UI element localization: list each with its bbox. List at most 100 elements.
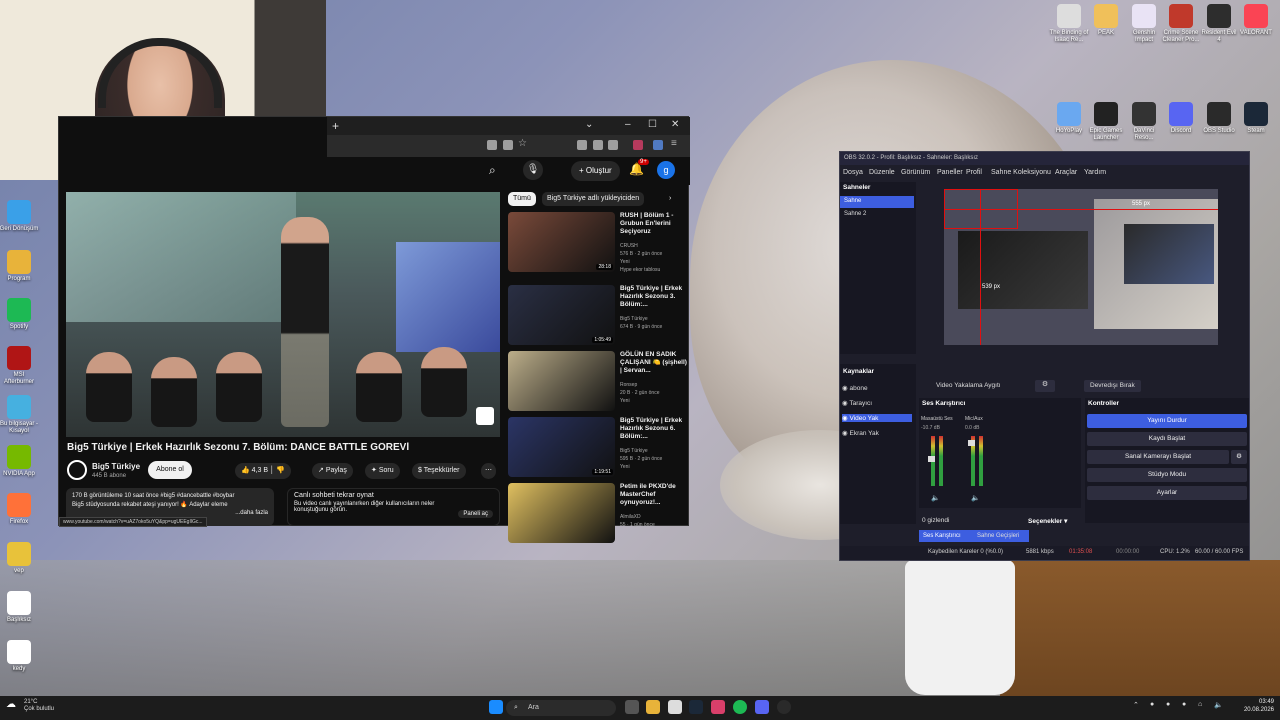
clock[interactable]: 03:49 20.08.2026 [1240,699,1274,715]
profile-icon[interactable] [653,140,663,150]
start-virtual-camera-button[interactable]: Sanal Kamerayı Başlat [1087,450,1229,464]
like-button[interactable]: 👍 4,3 B │ 👎 [235,463,292,479]
options-dropdown[interactable]: Seçenekler ▾ [1028,517,1067,525]
desktop-icon[interactable]: HoYoPlay [1049,102,1089,135]
studio-mode-button[interactable]: Stüdyo Modu [1087,468,1247,482]
recommendation-title[interactable]: Big5 Türkiye | Erkek Hazırlık Sezonu 3. … [620,285,688,309]
subscribe-button[interactable]: Abone ol [148,461,192,479]
desktop-icon[interactable]: kedy [0,640,39,673]
weather-widget[interactable]: 21°C Çok bulutlu [24,699,54,713]
tray-app-icon[interactable]: ● [1166,701,1170,708]
extension-icon[interactable] [633,140,643,150]
channel-name[interactable]: Big5 Türkiye [92,462,140,471]
desktop-icon[interactable]: Genshin Impact [1124,4,1164,44]
extension-icon[interactable] [593,140,603,150]
scene-item[interactable]: Sahne [840,196,914,208]
notepad-icon[interactable] [668,700,682,714]
recommendation-title[interactable]: GÖLÜN EN SADIK ÇALIŞANI 🍋 (şişhell) | Se… [620,351,688,375]
browser-icon[interactable] [711,700,725,714]
recommendation-title[interactable]: RUSH | Bölüm 1 - Grubun En'lerini Seçiyo… [620,212,688,236]
ask-button[interactable]: ✦ Soru [365,463,400,479]
desktop-icon[interactable]: Başlıksız [0,591,39,624]
desktop-icon[interactable]: Resident Evil 4 [1199,4,1239,44]
recommendation-thumbnail[interactable]: 1:05:49 [508,285,615,345]
mute-icon[interactable]: 🔈 [931,494,940,502]
mute-icon[interactable]: 🔈 [971,494,980,502]
desktop-icon[interactable]: The Binding of Isaac Re... [1049,4,1089,44]
start-icon[interactable] [489,700,503,714]
desktop-icon[interactable]: MSI Afterburner [0,346,39,386]
source-item[interactable]: ◉ Ekran Yak [842,429,912,437]
desktop-icon[interactable]: Program [0,250,39,283]
desktop-icon[interactable]: DaVinci Reso... [1124,102,1164,142]
recommendation-item[interactable]: 28:18 RUSH | Bölüm 1 - Grubun En'lerini S… [508,212,688,276]
recommendation-title[interactable]: Big5 Türkiye | Erkek Hazırlık Sezonu 6. … [620,417,688,441]
discord-icon[interactable] [755,700,769,714]
recommendation-thumbnail[interactable]: 28:18 [508,212,615,272]
recommendation-item[interactable]: GÖLÜN EN SADIK ÇALIŞANI 🍋 (şişhell) | Se… [508,351,688,415]
obs-menu-item[interactable]: Düzenle [869,169,895,176]
weather-icon[interactable]: ☁ [6,699,16,710]
close-button[interactable]: ✕ [671,119,679,130]
obs-menu-item[interactable]: Profil [966,169,982,176]
obs-preview[interactable]: 555 px 539 px [944,189,1218,345]
search-icon[interactable]: ⌕ [489,163,496,178]
chips-next-icon[interactable]: › [664,192,676,206]
minimize-button[interactable]: – [625,119,631,130]
desktop-icon[interactable]: VALORANT [1236,4,1276,37]
desktop-icon[interactable]: Epic Games Launcher [1086,102,1126,142]
player-overlay-button[interactable] [476,407,494,425]
volume-slider[interactable] [968,440,975,446]
extension-icon[interactable] [487,140,497,150]
recommendation-item[interactable]: Petim ile PKXD'de MasterChef oynuyoruz!.… [508,483,688,547]
desktop-icon[interactable]: Crime Scene Cleaner Pro... [1161,4,1201,44]
source-item[interactable]: ◉ abone [842,384,912,392]
recommendation-item[interactable]: 1:05:49 Big5 Türkiye | Erkek Hazırlık Sez… [508,285,688,349]
video-player[interactable] [66,192,500,437]
scene-item[interactable]: Sahne 2 [840,211,870,217]
desktop-icon[interactable]: Steam [1236,102,1276,135]
thanks-button[interactable]: $ Teşekkürler [412,463,466,479]
source-item[interactable]: ◉ Video Yak [842,414,912,422]
volume-icon[interactable]: 🔈 [1214,701,1223,709]
obs-menu-item[interactable]: Paneller [937,169,963,176]
task-view-icon[interactable] [625,700,639,714]
download-icon[interactable] [577,140,587,150]
desktop-icon[interactable]: vep [0,542,39,575]
bookmark-star-icon[interactable]: ☆ [518,138,528,149]
mic-icon[interactable]: 🎙 [523,160,543,180]
file-explorer-icon[interactable] [646,700,660,714]
share-button[interactable]: ↗ Paylaş [312,463,353,479]
channel-avatar[interactable] [67,460,87,480]
chip-all[interactable]: Tümü [508,192,536,206]
source-item[interactable]: ◉ Tarayıcı [842,399,912,407]
desktop-icon[interactable]: PEAK [1086,4,1126,37]
extension-icon[interactable] [608,140,618,150]
recommendation-title[interactable]: Petim ile PKXD'de MasterChef oynuyoruz!.… [620,483,688,507]
extension-icon[interactable] [503,140,513,150]
create-button[interactable]: + Oluştur [571,161,620,181]
stop-stream-button[interactable]: Yayını Durdur [1087,414,1247,428]
tray-app-icon[interactable]: ● [1150,701,1154,708]
address-bar[interactable]: ☆ ≡ [327,135,690,157]
start-recording-button[interactable]: Kaydı Başlat [1087,432,1247,446]
desktop-icon[interactable]: Bu bilgisayar - Kısayol [0,395,39,435]
recommendation-item[interactable]: 1:19:51 Big5 Türkiye | Erkek Hazırlık Sez… [508,417,688,481]
obs-menu-item[interactable]: Dosya [843,169,863,176]
obs-menu-item[interactable]: Araçlar [1055,169,1077,176]
network-icon[interactable]: ⌂ [1198,701,1202,708]
deactivate-button[interactable]: Devredışı Bırak [1084,380,1141,392]
obs-icon[interactable] [777,700,791,714]
maximize-button[interactable]: ☐ [648,119,657,130]
desktop-icon[interactable]: OBS Studio [1199,102,1239,135]
desktop-icon[interactable]: NVIDIA App [0,445,39,478]
obs-menu-item[interactable]: Sahne Koleksiyonu [991,169,1051,176]
new-tab-button[interactable]: + [332,119,339,133]
avatar[interactable]: g [657,161,675,179]
tab-scene-transitions[interactable]: Sahne Geçişleri [973,530,1043,542]
recommendation-thumbnail[interactable] [508,483,615,543]
properties-icon[interactable]: ⚙ [1035,380,1055,392]
more-options-icon[interactable]: ⋯ [481,463,496,479]
obs-menu-item[interactable]: Görünüm [901,169,930,176]
steam-icon[interactable] [689,700,703,714]
